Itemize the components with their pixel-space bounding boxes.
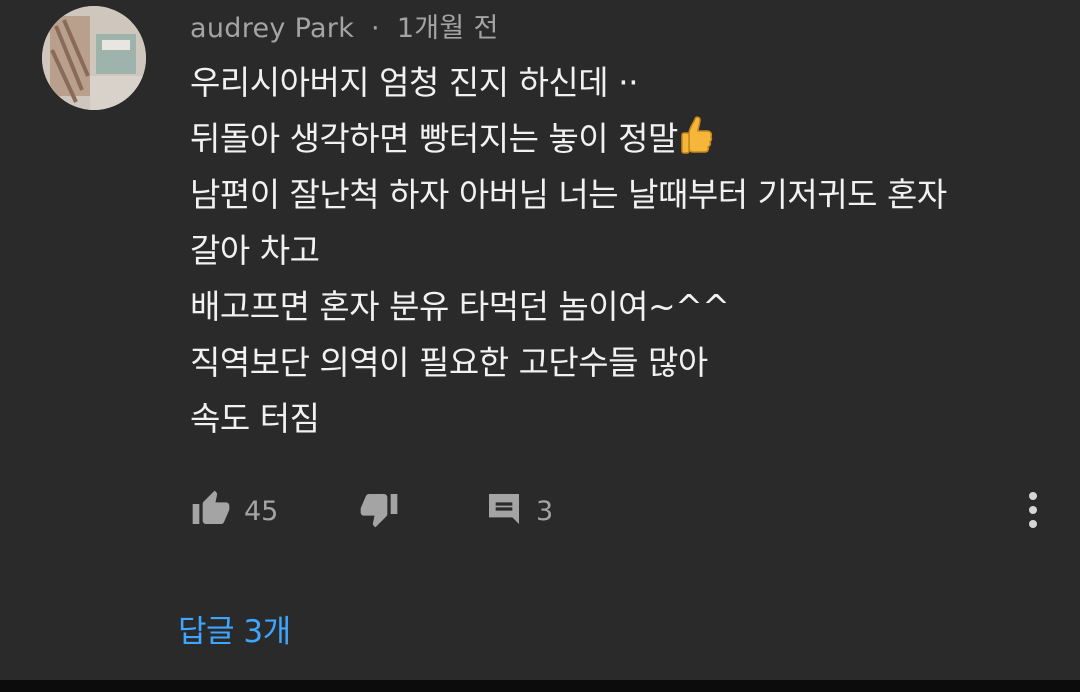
author-name[interactable]: audrey Park [190, 13, 354, 44]
more-options-button[interactable] [1018, 488, 1048, 532]
dislike-button[interactable] [358, 486, 400, 536]
avatar[interactable] [42, 6, 146, 110]
comment-text: 우리시아버지 엄청 진지 하신데 ·· 뒤돌아 생각하면 빵터지는 놓이 정말 … [190, 55, 1050, 447]
reply-button[interactable]: 3 [484, 486, 553, 536]
comment-line: 남편이 잘난척 하자 아버님 너는 날때부터 기저귀도 혼자 [190, 175, 947, 214]
like-count: 45 [244, 495, 279, 527]
comment-line: 갈아 차고 [190, 231, 320, 270]
more-vertical-icon [1029, 492, 1037, 528]
header-separator: · [371, 13, 380, 44]
comment-time: 1개월 전 [396, 13, 499, 44]
comment-line: 뒤돌아 생각하면 빵터지는 놓이 정말 [190, 119, 678, 158]
comment-line: 우리시아버지 엄청 진지 하신데 ·· [190, 63, 639, 102]
thumbs-down-icon [358, 489, 400, 533]
thumbs-up-emoji-icon [680, 116, 714, 173]
bottom-edge-bar [0, 680, 1080, 692]
comment-header: audrey Park · 1개월 전 [190, 6, 499, 45]
view-replies-link[interactable]: 답글 3개 [178, 606, 291, 651]
like-button[interactable]: 45 [190, 486, 278, 536]
comment-line-with-emoji: 뒤돌아 생각하면 빵터지는 놓이 정말 [190, 111, 1050, 167]
reply-count: 3 [536, 495, 554, 527]
avatar-image [42, 6, 146, 110]
comment-line: 직역보단 의역이 필요한 고단수들 많아 [190, 343, 708, 382]
comment-actions: 45 3 [0, 486, 1080, 536]
thumbs-up-icon [190, 489, 232, 533]
comment-line: 속도 터짐 [190, 399, 320, 438]
comment-line: 배고프면 혼자 분유 타먹던 놈이여~^^ [190, 287, 730, 326]
comment-item: audrey Park · 1개월 전 우리시아버지 엄청 진지 하신데 ·· … [0, 0, 1080, 680]
comment-icon [484, 489, 524, 533]
